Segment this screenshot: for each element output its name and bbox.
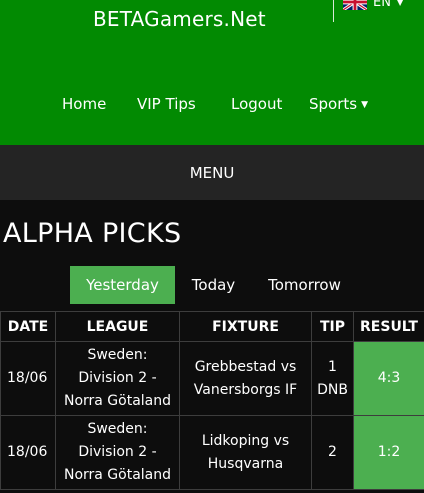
league-line: Norra Götaland [63, 467, 172, 483]
column-header-result: RESULT [353, 311, 424, 342]
nav-logout[interactable]: Logout [231, 95, 282, 113]
main-nav: Home VIP Tips Logout Sports ▼ [0, 95, 424, 115]
menu-toggle[interactable]: MENU [0, 145, 424, 200]
league-line: Division 2 - [78, 444, 157, 460]
league-line: Norra Götaland [63, 393, 172, 409]
chevron-down-icon: ▼ [396, 0, 404, 7]
cell-fixture: Lidkoping vs Husqvarna [179, 415, 312, 490]
fixture-line: Husqvarna [207, 455, 284, 472]
fixture-line: Vanersborgs IF [193, 381, 298, 398]
tab-tomorrow[interactable]: Tomorrow [252, 266, 357, 304]
tip-line: 1 [328, 358, 337, 375]
nav-sports-label: Sports [309, 95, 358, 113]
cell-league: Sweden: Division 2 - Norra Götaland [55, 341, 180, 416]
nav-home[interactable]: Home [62, 95, 106, 113]
tip-line: 2 [328, 444, 337, 460]
column-header-tip: TIP [311, 311, 354, 342]
cell-result: 4:3 [353, 341, 424, 416]
language-code: EN [373, 0, 391, 10]
tip-line: DNB [317, 381, 348, 398]
language-divider [333, 0, 334, 22]
column-header-date: DATE [0, 311, 56, 342]
column-header-fixture: FIXTURE [179, 311, 312, 342]
fixture-line: Grebbestad vs [194, 358, 297, 375]
picks-table: DATE LEAGUE FIXTURE TIP RESULT 18/06 Swe… [0, 311, 424, 490]
day-tabs: Yesterday Today Tomorrow [0, 266, 424, 304]
league-line: Sweden: [87, 421, 148, 437]
nav-sports[interactable]: Sports ▼ [309, 95, 368, 113]
menu-label: MENU [189, 163, 235, 182]
cell-date: 18/06 [0, 341, 56, 416]
tab-yesterday[interactable]: Yesterday [70, 266, 175, 304]
page: BETAGamers.Net EN ▼ Home VIP Tips Logout… [0, 0, 424, 493]
caret-down-icon: ▼ [361, 100, 369, 110]
table-row: 18/06 Sweden: Division 2 - Norra Götalan… [0, 341, 424, 416]
language-selector[interactable]: EN ▼ [343, 0, 403, 11]
table-row: 18/06 Sweden: Division 2 - Norra Götalan… [0, 415, 424, 490]
cell-result: 1:2 [353, 415, 424, 490]
cell-fixture: Grebbestad vs Vanersborgs IF [179, 341, 312, 416]
nav-vip-tips[interactable]: VIP Tips [137, 95, 196, 113]
tab-today[interactable]: Today [175, 266, 252, 304]
cell-league: Sweden: Division 2 - Norra Götaland [55, 415, 180, 490]
cell-date: 18/06 [0, 415, 56, 490]
league-line: Division 2 - [78, 370, 157, 386]
site-brand[interactable]: BETAGamers.Net [93, 7, 266, 31]
column-header-league: LEAGUE [55, 311, 180, 342]
cell-tip: 1 DNB [311, 341, 354, 416]
page-title: ALPHA PICKS [3, 218, 182, 249]
uk-flag-icon [343, 0, 367, 10]
fixture-line: Lidkoping vs [201, 432, 290, 449]
site-header: BETAGamers.Net EN ▼ Home VIP Tips Logout… [0, 0, 424, 145]
table-header-row: DATE LEAGUE FIXTURE TIP RESULT [0, 311, 424, 342]
cell-tip: 2 [311, 415, 354, 490]
league-line: Sweden: [87, 347, 148, 363]
